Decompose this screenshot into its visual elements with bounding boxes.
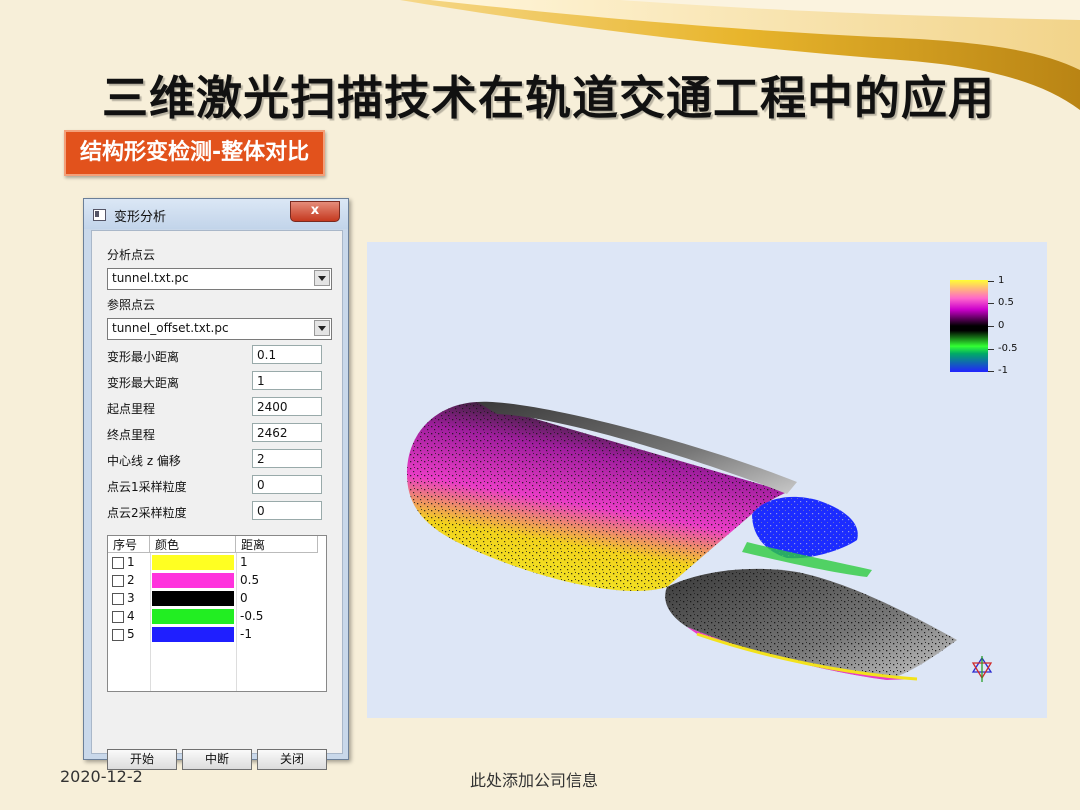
- row-checkbox[interactable]: [112, 629, 124, 641]
- interrupt-button[interactable]: 中断: [182, 749, 252, 770]
- cloud2-sampling-input[interactable]: 0: [252, 501, 322, 520]
- start-mileage-input[interactable]: 2400: [252, 397, 322, 416]
- reference-cloud-label: 参照点云: [107, 298, 156, 312]
- column-header-distance[interactable]: 距离: [236, 536, 318, 553]
- row-distance: 1: [240, 555, 248, 569]
- cloud1-sampling-input[interactable]: 0: [252, 475, 322, 494]
- colorbar-tickmark: [988, 303, 994, 304]
- colorbar-tick-label: -1: [998, 365, 1008, 376]
- slide-subtitle-badge: 结构形变检测-整体对比: [64, 130, 326, 176]
- colorbar-tick-label: 0: [998, 320, 1005, 331]
- column-header-index[interactable]: 序号: [108, 536, 150, 553]
- footer-company-info: 此处添加公司信息: [470, 771, 599, 790]
- row-index: 2: [127, 573, 135, 587]
- row-index: 3: [127, 591, 135, 605]
- table-row[interactable]: 2 0.5: [108, 572, 326, 590]
- row-distance: -1: [240, 627, 252, 641]
- analysis-cloud-value: tunnel.txt.pc: [112, 271, 189, 285]
- start-mileage-label: 起点里程: [107, 402, 156, 416]
- color-swatch[interactable]: [152, 591, 234, 606]
- analysis-cloud-select[interactable]: tunnel.txt.pc: [107, 268, 332, 290]
- colorbar-tick-label: 0.5: [998, 297, 1014, 308]
- row-index: 1: [127, 555, 135, 569]
- colorbar-tickmark: [988, 349, 994, 350]
- row-checkbox[interactable]: [112, 611, 124, 623]
- analysis-cloud-label: 分析点云: [107, 248, 156, 262]
- row-index: 4: [127, 609, 135, 623]
- cloud2-sampling-label: 点云2采样粒度: [107, 506, 187, 520]
- color-swatch[interactable]: [152, 555, 234, 570]
- row-index: 5: [127, 627, 135, 641]
- footer-date: 2020-12-2: [60, 767, 143, 786]
- reference-cloud-value: tunnel_offset.txt.pc: [112, 321, 229, 335]
- row-checkbox[interactable]: [112, 575, 124, 587]
- close-icon: x: [310, 203, 320, 218]
- colorbar-tickmark: [988, 326, 994, 327]
- row-distance: -0.5: [240, 609, 264, 623]
- colorbar-tick-label: -0.5: [998, 343, 1018, 354]
- reference-cloud-select[interactable]: tunnel_offset.txt.pc: [107, 318, 332, 340]
- max-distance-label: 变形最大距离: [107, 376, 180, 390]
- colorbar-tickmark: [988, 281, 994, 282]
- chevron-down-icon[interactable]: [314, 320, 330, 336]
- chevron-down-icon[interactable]: [314, 270, 330, 286]
- centerline-z-offset-label: 中心线 z 偏移: [107, 454, 181, 468]
- deformation-analysis-dialog: 变形分析 x 分析点云 tunnel.txt.pc 参照点云 tunnel_of…: [83, 198, 349, 770]
- table-row[interactable]: 1 1: [108, 554, 326, 572]
- deformation-colorbar: [950, 280, 988, 372]
- min-distance-input[interactable]: 0.1: [252, 345, 322, 364]
- column-header-color[interactable]: 颜色: [150, 536, 236, 553]
- window-app-icon: [93, 209, 106, 221]
- table-row[interactable]: 5 -1: [108, 626, 326, 644]
- color-distance-table: 序号 颜色 距离 1 1 2 0.5 3 0 4 -0.5 5 -1: [107, 535, 327, 692]
- centerline-z-offset-input[interactable]: 2: [252, 449, 322, 468]
- slide-title: 三维激光扫描技术在轨道交通工程中的应用: [102, 71, 995, 125]
- max-distance-input[interactable]: 1: [252, 371, 322, 390]
- close-button[interactable]: 关闭: [257, 749, 327, 770]
- axis-gizmo-icon: [971, 656, 993, 682]
- dialog-title: 变形分析: [114, 210, 167, 225]
- row-checkbox[interactable]: [112, 557, 124, 569]
- color-swatch[interactable]: [152, 573, 234, 588]
- table-row[interactable]: 4 -0.5: [108, 608, 326, 626]
- color-swatch[interactable]: [152, 627, 234, 642]
- min-distance-label: 变形最小距离: [107, 350, 180, 364]
- row-checkbox[interactable]: [112, 593, 124, 605]
- table-row[interactable]: 3 0: [108, 590, 326, 608]
- row-distance: 0.5: [240, 573, 260, 587]
- colorbar-tickmark: [988, 371, 994, 372]
- color-swatch[interactable]: [152, 609, 234, 624]
- colorbar-tick-label: 1: [998, 275, 1005, 286]
- tunnel-point-cloud-render: [407, 401, 993, 682]
- row-distance: 0: [240, 591, 248, 605]
- point-cloud-viewer[interactable]: [367, 242, 1047, 718]
- close-window-button[interactable]: x: [290, 201, 340, 222]
- end-mileage-label: 终点里程: [107, 428, 156, 442]
- dialog-body: 分析点云 tunnel.txt.pc 参照点云 tunnel_offset.tx…: [91, 230, 343, 770]
- cloud1-sampling-label: 点云1采样粒度: [107, 480, 187, 494]
- end-mileage-input[interactable]: 2462: [252, 423, 322, 442]
- dialog-titlebar[interactable]: 变形分析 x: [84, 199, 348, 229]
